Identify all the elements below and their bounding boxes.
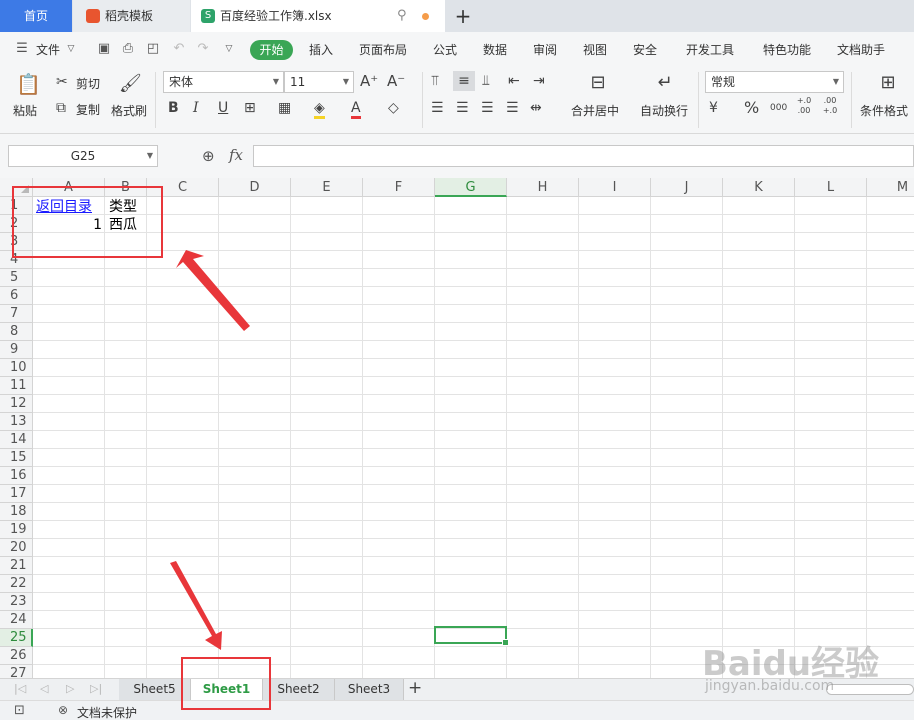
baidu-watermark-url: jingyan.baidu.com	[705, 678, 835, 694]
arrow-to-cells	[176, 250, 250, 331]
annotation-arrows	[170, 250, 250, 650]
arrow-to-sheet-tab	[170, 561, 222, 650]
